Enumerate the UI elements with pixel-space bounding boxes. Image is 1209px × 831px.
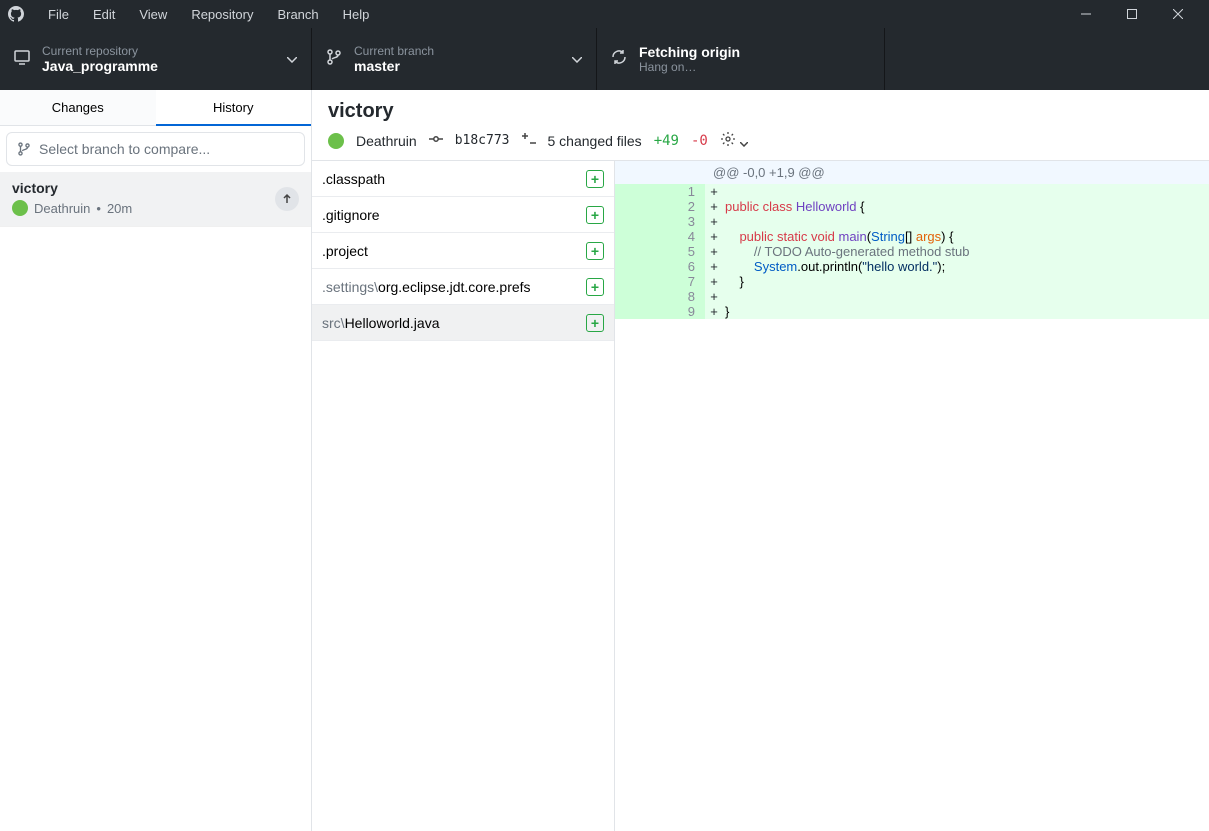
diff-view: @@ -0,0 +1,9 @@1+2+public class Hellowor… (615, 161, 1209, 831)
diff-line: 5+ // TODO Auto-generated method stub (615, 244, 1209, 259)
commit-info-bar: Deathruin b18c773 5 changed files +49 -0 (312, 125, 1209, 160)
file-name: src\Helloworld.java (322, 315, 440, 331)
branch-value: master (354, 58, 434, 74)
diff-line: 1+ (615, 184, 1209, 199)
file-added-icon: + (586, 170, 604, 188)
sync-subtitle: Hang on… (639, 60, 740, 74)
repo-label: Current repository (42, 44, 158, 58)
menu-view[interactable]: View (127, 3, 179, 26)
file-name: .project (322, 243, 368, 259)
file-added-icon: + (586, 206, 604, 224)
deletions-count: -0 (691, 133, 708, 149)
menu-bar: File Edit View Repository Branch Help (0, 0, 1209, 28)
git-branch-icon (326, 49, 342, 70)
window-maximize-icon[interactable] (1109, 0, 1155, 28)
file-name: .classpath (322, 171, 385, 187)
changed-files-list: .classpath+.gitignore+.project+.settings… (312, 161, 615, 831)
diff-line: 2+public class Helloworld { (615, 199, 1209, 214)
diff-line: 4+ public static void main(String[] args… (615, 229, 1209, 244)
sync-icon (611, 49, 627, 70)
sync-title: Fetching origin (639, 44, 740, 60)
repo-selector[interactable]: Current repository Java_programme (0, 28, 312, 90)
changed-files-count: 5 changed files (548, 133, 642, 149)
tab-changes[interactable]: Changes (0, 90, 156, 126)
menu-help[interactable]: Help (331, 3, 382, 26)
file-name: .gitignore (322, 207, 380, 223)
commit-list-title: victory (12, 180, 299, 196)
commit-list-author: Deathruin (34, 201, 90, 216)
avatar-icon (328, 133, 344, 149)
diff-line: 7+ } (615, 274, 1209, 289)
file-row[interactable]: .classpath + (312, 161, 614, 197)
commit-list-item[interactable]: victory Deathruin • 20m (0, 172, 311, 227)
github-logo-icon (8, 6, 24, 22)
menu-edit[interactable]: Edit (81, 3, 127, 26)
menu-repository[interactable]: Repository (179, 3, 265, 26)
file-added-icon: + (586, 242, 604, 260)
fetch-origin[interactable]: Fetching origin Hang on… (597, 28, 885, 90)
menu-branch[interactable]: Branch (265, 3, 330, 26)
push-up-icon[interactable] (275, 187, 299, 211)
branch-compare-placeholder: Select branch to compare... (39, 141, 210, 157)
avatar-icon (12, 200, 28, 216)
menu-file[interactable]: File (36, 3, 81, 26)
commit-title: victory (328, 100, 1193, 123)
commit-list-age: 20m (107, 201, 132, 216)
file-row[interactable]: .gitignore + (312, 197, 614, 233)
tab-history[interactable]: History (156, 90, 312, 126)
monitor-icon (14, 49, 30, 70)
window-close-icon[interactable] (1155, 0, 1201, 28)
file-row[interactable]: .project + (312, 233, 614, 269)
branch-compare-select[interactable]: Select branch to compare... (6, 132, 305, 166)
toolbar: Current repository Java_programme Curren… (0, 28, 1209, 90)
main: victory Deathruin b18c773 5 changed file… (312, 90, 1209, 831)
repo-value: Java_programme (42, 58, 158, 74)
branch-label: Current branch (354, 44, 434, 58)
file-added-icon: + (586, 278, 604, 296)
additions-count: +49 (654, 133, 679, 149)
sidebar: Changes History Select branch to compare… (0, 90, 312, 831)
file-row[interactable]: .settings\org.eclipse.jdt.core.prefs + (312, 269, 614, 305)
chevron-down-icon (572, 50, 582, 68)
file-added-icon: + (586, 314, 604, 332)
diff-icon (522, 132, 536, 149)
branch-selector[interactable]: Current branch master (312, 28, 597, 90)
commit-sha: b18c773 (455, 133, 510, 148)
file-row[interactable]: src\Helloworld.java + (312, 305, 614, 341)
diff-hunk-header: @@ -0,0 +1,9 @@ (615, 161, 1209, 184)
window-minimize-icon[interactable] (1063, 0, 1109, 28)
git-commit-icon (429, 132, 443, 149)
chevron-down-icon (287, 50, 297, 68)
diff-line: 8+ (615, 289, 1209, 304)
commit-author: Deathruin (356, 133, 417, 149)
diff-line: 3+ (615, 214, 1209, 229)
gear-icon[interactable] (720, 131, 748, 150)
diff-line: 9+} (615, 304, 1209, 319)
file-name: .settings\org.eclipse.jdt.core.prefs (322, 279, 531, 295)
diff-line: 6+ System.out.println("hello world."); (615, 259, 1209, 274)
